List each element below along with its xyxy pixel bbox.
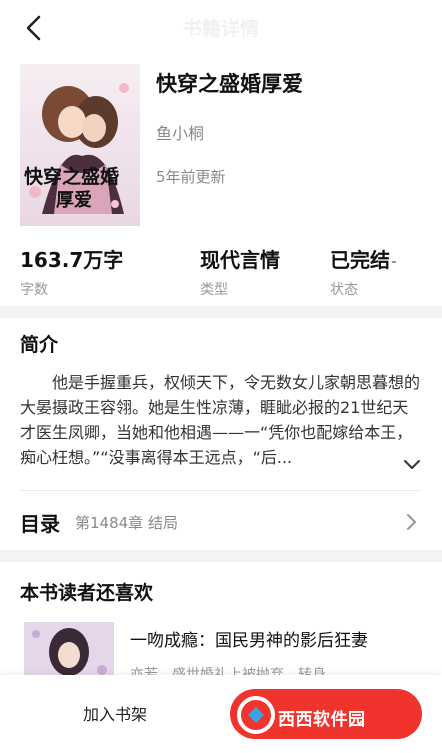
toc-row[interactable]: 目录 第1484章 结局 xyxy=(0,492,442,550)
stat-status: 已完结 状态 xyxy=(330,244,396,299)
latest-chapter: 第1484章 结局 xyxy=(75,514,178,532)
section-separator xyxy=(0,550,442,562)
stat-label: 类型 xyxy=(200,282,228,298)
intro-text[interactable]: 他是手握重兵，权倾天下，令无数女儿家朝思暮想的大晏摄政王容翎。她是生性凉薄，睚眦… xyxy=(20,370,422,470)
chevron-right-icon xyxy=(407,514,416,530)
recommend-title[interactable]: 一吻成瘾：国民男神的影后狂妻 xyxy=(130,626,368,651)
stat-label: 字数 xyxy=(20,282,48,298)
chevron-down-icon[interactable] xyxy=(402,458,422,472)
bottom-action-bar: 加入书架 西西软件园 xyxy=(0,675,442,753)
book-header: 快穿之盛婚 厚爱 快穿之盛婚厚爱 鱼小桐 5年前更新 xyxy=(0,56,442,236)
stat-value-row: 已完结 xyxy=(330,244,396,273)
book-author[interactable]: 鱼小桐 xyxy=(156,120,204,144)
recommend-heading: 本书读者还喜欢 xyxy=(20,582,154,604)
divider xyxy=(20,490,422,491)
stat-value: 已完结 xyxy=(330,248,390,272)
intro-section: 简介 他是手握重兵，权倾天下，令无数女儿家朝思暮想的大晏摄政王容翎。她是生性凉薄… xyxy=(0,318,442,486)
stat-value: 现代言情 xyxy=(200,248,280,272)
top-bar: 书籍详情 xyxy=(0,0,442,56)
page-title: 书籍详情 xyxy=(182,18,259,40)
recommend-cover[interactable] xyxy=(24,622,114,682)
add-to-shelf-button[interactable]: 加入书架 xyxy=(40,697,190,733)
cover-title-line2: 厚爱 xyxy=(56,190,92,211)
stat-value: 163.7万字 xyxy=(20,248,124,272)
stat-label: 状态 xyxy=(330,282,358,298)
section-separator xyxy=(0,306,442,318)
dash-icon xyxy=(392,260,396,263)
book-title: 快穿之盛婚厚爱 xyxy=(156,72,303,96)
cover-title-line1: 快穿之盛婚 xyxy=(24,166,120,188)
stat-genre: 现代言情 类型 xyxy=(200,244,280,299)
toc-heading: 目录 xyxy=(20,512,60,536)
book-cover[interactable]: 快穿之盛婚 厚爱 xyxy=(20,64,140,226)
stat-word-count: 163.7万字 字数 xyxy=(20,244,123,299)
intro-heading: 简介 xyxy=(20,334,59,356)
book-stats: 163.7万字 字数 现代言情 类型 已完结 状态 xyxy=(0,236,442,306)
watermark-text: 西西软件园 xyxy=(278,710,366,730)
update-time: 5年前更新 xyxy=(156,168,226,186)
